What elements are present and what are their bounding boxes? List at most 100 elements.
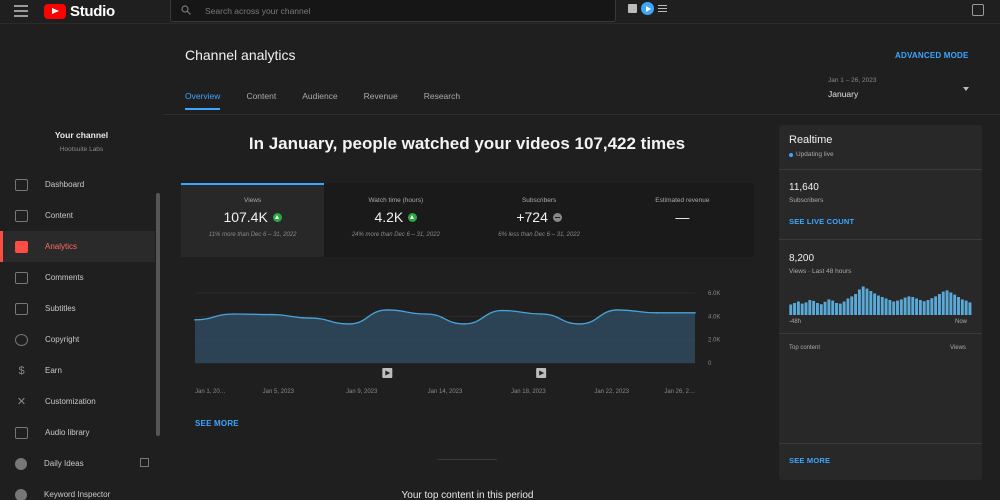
- metric-card-revenue[interactable]: Estimated revenue —: [611, 183, 754, 257]
- realtime-bar[interactable]: [804, 302, 808, 315]
- studio-logo[interactable]: Studio: [44, 3, 115, 20]
- realtime-bar[interactable]: [926, 300, 930, 315]
- sidebar-scrollbar[interactable]: [156, 193, 160, 436]
- realtime-bar[interactable]: [968, 302, 972, 315]
- external-link-icon[interactable]: [140, 458, 149, 467]
- realtime-bar[interactable]: [892, 301, 896, 316]
- data-point[interactable]: [271, 313, 273, 316]
- realtime-bar[interactable]: [930, 298, 934, 315]
- realtime-bar[interactable]: [815, 303, 819, 315]
- chevron-down-icon[interactable]: [963, 87, 969, 91]
- data-point[interactable]: [424, 313, 427, 315]
- data-point[interactable]: [348, 323, 350, 325]
- create-icon[interactable]: [972, 4, 984, 16]
- sidebar-item-content[interactable]: Content: [0, 200, 155, 231]
- realtime-bar[interactable]: [789, 304, 793, 316]
- realtime-bar[interactable]: [857, 289, 861, 316]
- realtime-bar[interactable]: [846, 298, 850, 316]
- data-point[interactable]: [386, 309, 389, 311]
- sidebar-item-analytics[interactable]: Analytics: [0, 231, 155, 262]
- tab-research[interactable]: Research: [424, 91, 460, 110]
- realtime-bar[interactable]: [850, 296, 854, 315]
- data-point[interactable]: [309, 317, 312, 319]
- data-point[interactable]: [463, 323, 466, 325]
- realtime-bar[interactable]: [880, 297, 884, 315]
- sidebar-item-customization[interactable]: ✕ Customization: [0, 386, 155, 417]
- studio-app-icon[interactable]: [628, 4, 637, 13]
- see-more-button[interactable]: SEE MORE: [195, 419, 239, 428]
- options-icon[interactable]: [658, 5, 667, 12]
- metric-card-subscribers[interactable]: Subscribers +724 6% less than Dec 6 – 31…: [468, 183, 611, 257]
- data-point[interactable]: [194, 319, 196, 321]
- data-point[interactable]: [617, 309, 619, 311]
- realtime-bar[interactable]: [865, 288, 869, 315]
- realtime-bar[interactable]: [800, 303, 804, 315]
- menu-icon[interactable]: [14, 5, 28, 17]
- realtime-bar-chart[interactable]: [789, 285, 972, 315]
- realtime-bar[interactable]: [876, 295, 880, 316]
- realtime-bar[interactable]: [896, 300, 899, 315]
- sidebar-item-daily-ideas[interactable]: Daily Ideas: [0, 448, 155, 479]
- data-point[interactable]: [501, 309, 504, 312]
- realtime-see-more-button[interactable]: SEE MORE: [789, 456, 830, 465]
- data-point[interactable]: [655, 312, 658, 314]
- realtime-bar[interactable]: [819, 304, 823, 315]
- realtime-bar[interactable]: [884, 298, 888, 316]
- realtime-bar[interactable]: [854, 294, 858, 315]
- search-bar[interactable]: [170, 0, 616, 22]
- realtime-bar[interactable]: [823, 301, 827, 315]
- realtime-bar[interactable]: [835, 303, 838, 315]
- realtime-bar[interactable]: [842, 301, 846, 316]
- realtime-bar[interactable]: [888, 300, 892, 315]
- realtime-bar[interactable]: [838, 303, 842, 315]
- realtime-bar[interactable]: [922, 301, 926, 315]
- realtime-bar[interactable]: [953, 294, 957, 315]
- realtime-bar[interactable]: [937, 294, 941, 315]
- data-point[interactable]: [578, 323, 581, 325]
- sidebar-item-earn[interactable]: $ Earn: [0, 355, 155, 386]
- tab-content[interactable]: Content: [246, 91, 276, 110]
- realtime-bar[interactable]: [960, 299, 964, 315]
- data-point[interactable]: [694, 312, 696, 314]
- views-chart[interactable]: 6.0K 4.0K 2.0K 0 Jan 1, 20… Jan 5, 2023 Jan 9,…: [181, 257, 754, 407]
- advanced-mode-button[interactable]: ADVANCED MODE: [895, 51, 969, 60]
- channel-avatar-icon[interactable]: [641, 2, 654, 15]
- metric-card-views[interactable]: Views 107.4K 11% more than Dec 6 – 31, 2…: [181, 183, 325, 257]
- realtime-bar[interactable]: [831, 300, 835, 315]
- tab-audience[interactable]: Audience: [302, 91, 337, 110]
- realtime-bar[interactable]: [949, 292, 953, 316]
- data-point[interactable]: [232, 313, 235, 315]
- sidebar-item-keyword-inspector[interactable]: Keyword Inspector: [0, 479, 155, 500]
- sidebar-item-audio-library[interactable]: Audio library: [0, 417, 155, 448]
- realtime-bar[interactable]: [945, 290, 949, 315]
- realtime-bar[interactable]: [907, 296, 911, 315]
- realtime-bar[interactable]: [915, 298, 919, 316]
- realtime-bar[interactable]: [796, 301, 800, 316]
- realtime-bar[interactable]: [903, 297, 907, 315]
- see-live-count-link[interactable]: SEE LIVE COUNT: [789, 217, 854, 226]
- metric-card-watch-time[interactable]: Watch time (hours) 4.2K 24% more than De…: [324, 183, 467, 257]
- date-range-text[interactable]: Jan 1 – 26, 2023: [828, 77, 876, 84]
- sidebar-item-dashboard[interactable]: Dashboard: [0, 169, 155, 200]
- realtime-bar[interactable]: [934, 296, 938, 315]
- sidebar-item-comments[interactable]: Comments: [0, 262, 155, 293]
- realtime-bar[interactable]: [957, 297, 960, 315]
- data-point[interactable]: [540, 313, 542, 315]
- tab-overview[interactable]: Overview: [185, 91, 221, 110]
- realtime-bar[interactable]: [861, 286, 865, 316]
- realtime-bar[interactable]: [873, 293, 877, 315]
- realtime-bar[interactable]: [812, 300, 816, 315]
- realtime-bar[interactable]: [918, 300, 922, 315]
- realtime-bar[interactable]: [793, 303, 797, 315]
- date-range-selector[interactable]: January: [828, 89, 858, 99]
- tab-revenue[interactable]: Revenue: [364, 91, 398, 110]
- realtime-bar[interactable]: [941, 291, 945, 315]
- realtime-bar[interactable]: [964, 300, 968, 315]
- realtime-bar[interactable]: [911, 297, 915, 315]
- realtime-bar[interactable]: [808, 300, 812, 315]
- sidebar-item-copyright[interactable]: Copyright: [0, 324, 155, 355]
- search-input[interactable]: [205, 4, 585, 18]
- realtime-bar[interactable]: [869, 291, 873, 315]
- sidebar-item-subtitles[interactable]: Subtitles: [0, 293, 155, 324]
- realtime-bar[interactable]: [827, 299, 831, 315]
